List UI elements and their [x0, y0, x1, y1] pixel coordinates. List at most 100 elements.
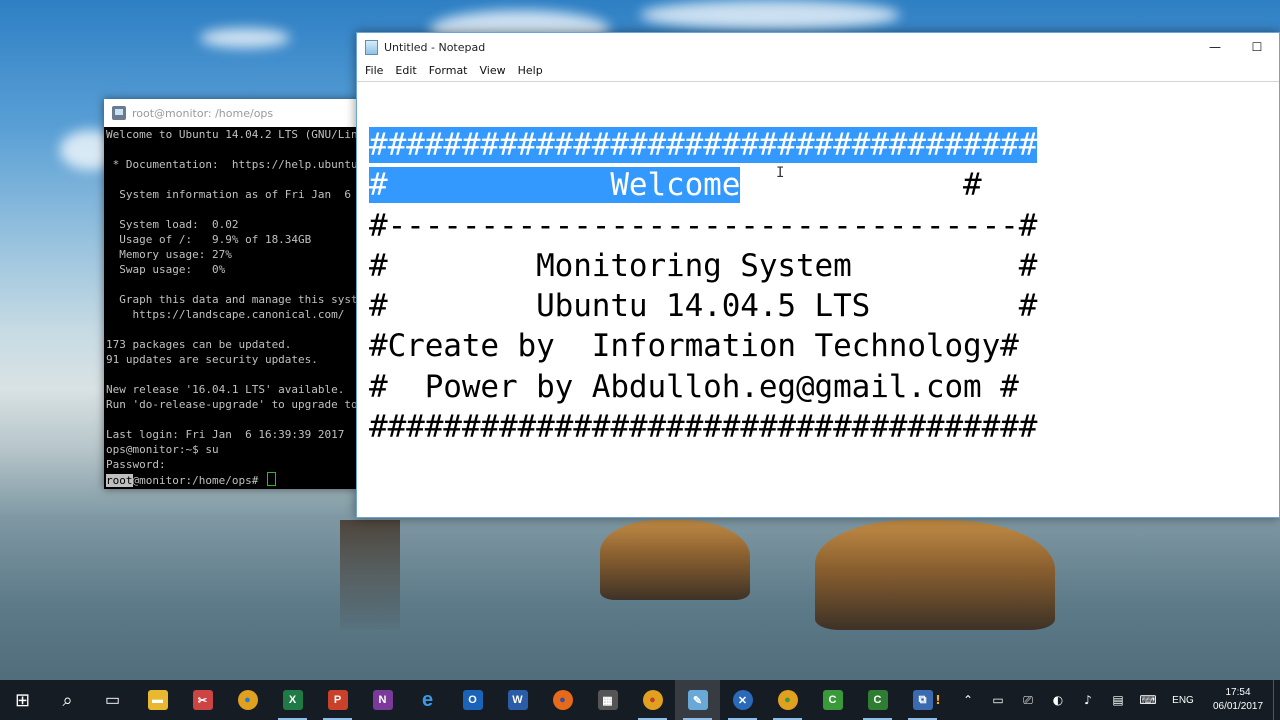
- taskbar-snipping-tool[interactable]: ✂: [180, 680, 225, 720]
- taskbar-calculator[interactable]: ▦: [585, 680, 630, 720]
- terminal-line: https://landscape.canonical.com/: [106, 308, 345, 321]
- maximize-button[interactable]: ☐: [1235, 33, 1279, 61]
- notepad-icon: [365, 39, 378, 55]
- terminal-screen[interactable]: Welcome to Ubuntu 14.04.2 LTS (GNU/Linux…: [104, 127, 358, 489]
- menu-file[interactable]: File: [359, 61, 389, 81]
- taskbar: ⊞ ⌕ ▭ ▬ ✂ ● X P N e O W ● ▦ ● ✎ ✕ ● C C …: [0, 680, 1280, 720]
- menu-view[interactable]: View: [474, 61, 512, 81]
- battery-icon[interactable]: ◐: [1043, 693, 1073, 707]
- terminal-line: Run 'do-release-upgrade' to upgrade to i…: [106, 398, 358, 411]
- volume-icon[interactable]: ♪: [1073, 693, 1103, 707]
- text-line: # Ubuntu 14.04.5 LTS #: [369, 288, 1038, 325]
- language-indicator[interactable]: ENG: [1163, 695, 1203, 706]
- notification-warning-icon[interactable]: !: [923, 693, 953, 707]
- putty-icon: [112, 106, 126, 120]
- recorder-icon: C: [867, 690, 888, 710]
- taskbar-edge[interactable]: e: [405, 680, 450, 720]
- xmind-icon: ✕: [732, 690, 753, 710]
- text-line: # Welcome #: [369, 165, 1037, 205]
- selected-text: ####################################: [369, 127, 1038, 163]
- system-tray: ! ⌃ ▭ ⎚ ◐ ♪ ▤ ⌨ ENG 17:54 06/01/2017: [923, 680, 1280, 720]
- taskbar-powerpoint[interactable]: P: [315, 680, 360, 720]
- show-hidden-icons-chevron-icon[interactable]: ⌃: [953, 693, 983, 707]
- notepad-window[interactable]: Untitled - Notepad — ☐ File Edit Format …: [356, 32, 1280, 518]
- display-icon[interactable]: ▭: [983, 693, 1013, 707]
- keyboard-icon[interactable]: ⌨: [1133, 693, 1163, 707]
- taskbar-camtasia[interactable]: C: [810, 680, 855, 720]
- action-center-icon[interactable]: ▤: [1103, 693, 1133, 707]
- terminal-cursor: [266, 472, 276, 486]
- task-view-button[interactable]: ▭: [90, 680, 135, 720]
- search-button[interactable]: ⌕: [45, 680, 90, 720]
- powerpoint-icon: P: [327, 690, 348, 710]
- text-line: ####################################: [369, 409, 1038, 446]
- menu-bar: File Edit Format View Help: [357, 61, 1279, 81]
- terminal-line: Last login: Fri Jan 6 16:39:39 2017: [106, 428, 345, 441]
- terminal-line: Graph this data and manage this system: [106, 293, 358, 306]
- terminal-line: ops@monitor:~$ su: [106, 443, 219, 456]
- task-view-icon: ▭: [104, 692, 121, 709]
- network-tray-icon[interactable]: ⎚: [1013, 693, 1043, 708]
- taskbar-chrome-app[interactable]: ●: [630, 680, 675, 720]
- terminal-line: * Documentation: https://help.ubuntu.com…: [112, 158, 358, 171]
- clock[interactable]: 17:54 06/01/2017: [1203, 686, 1273, 714]
- terminal-prompt-line[interactable]: root@monitor:/home/ops#: [106, 472, 356, 487]
- taskbar-excel[interactable]: X: [270, 680, 315, 720]
- terminal-titlebar[interactable]: root@monitor: /home/ops: [104, 99, 358, 127]
- terminal-line: Memory usage: 27%: [106, 248, 232, 261]
- menu-format[interactable]: Format: [423, 61, 474, 81]
- text-line: ####################################: [369, 125, 1037, 165]
- taskbar-file-explorer[interactable]: ▬: [135, 680, 180, 720]
- minimize-button[interactable]: —: [1193, 33, 1237, 61]
- chrome-icon: ●: [642, 690, 663, 710]
- selected-text: # Welcome: [369, 167, 741, 204]
- text-line: # Power by Abdulloh.eg@gmail.com #: [369, 368, 1019, 405]
- terminal-line: System load: 0.02: [106, 218, 239, 231]
- taskbar-xmind[interactable]: ✕: [720, 680, 765, 720]
- terminal-line: System information as of Fri Jan 6: [106, 188, 352, 201]
- taskbar-word[interactable]: W: [495, 680, 540, 720]
- taskbar-onenote[interactable]: N: [360, 680, 405, 720]
- scissors-icon: ✂: [192, 690, 213, 710]
- firefox-icon: ●: [552, 690, 573, 710]
- show-desktop-button[interactable]: [1273, 680, 1280, 720]
- search-icon: ⌕: [62, 689, 73, 710]
- excel-icon: X: [282, 690, 303, 710]
- taskbar-chrome[interactable]: ●: [225, 680, 270, 720]
- notepad-title: Untitled - Notepad: [384, 40, 486, 54]
- taskbar-firefox[interactable]: ●: [540, 680, 585, 720]
- taskbar-outlook[interactable]: O: [450, 680, 495, 720]
- prompt-text: @monitor:/home/ops#: [132, 474, 265, 487]
- terminal-title: root@monitor: /home/ops: [132, 106, 274, 120]
- taskbar-camtasia-recorder[interactable]: C: [855, 680, 900, 720]
- taskbar-chrome-2[interactable]: ●: [765, 680, 810, 720]
- clock-time: 17:54: [1225, 687, 1251, 698]
- edge-icon: e: [421, 688, 434, 711]
- menu-help[interactable]: Help: [512, 61, 549, 81]
- text-line: #----------------------------------#: [369, 207, 1038, 244]
- terminal-line: New release '16.04.1 LTS' available.: [106, 383, 345, 396]
- chrome-icon: ●: [777, 690, 798, 710]
- terminal-line: Usage of /: 9.9% of 18.34GB: [106, 233, 312, 246]
- terminal-line: 91 updates are security updates.: [106, 353, 318, 366]
- taskbar-notepad[interactable]: ✎: [675, 680, 720, 720]
- calculator-icon: ▦: [597, 690, 618, 710]
- menu-edit[interactable]: Edit: [389, 61, 422, 81]
- text-editor-area[interactable]: #################################### # W…: [357, 81, 1279, 517]
- notepad-icon: ✎: [687, 690, 708, 710]
- terminal-line: Welcome to Ubuntu 14.04.2 LTS (GNU/Linux: [106, 128, 358, 141]
- putty-terminal-window[interactable]: root@monitor: /home/ops Welcome to Ubunt…: [104, 99, 358, 489]
- word-icon: W: [507, 690, 528, 710]
- chrome-icon: ●: [237, 690, 258, 710]
- windows-icon: ⊞: [14, 689, 31, 710]
- start-button[interactable]: ⊞: [0, 680, 45, 720]
- folder-icon: ▬: [147, 690, 168, 710]
- notepad-titlebar[interactable]: Untitled - Notepad — ☐: [357, 33, 1279, 61]
- terminal-line: Swap usage: 0%: [106, 263, 226, 276]
- clock-date: 06/01/2017: [1212, 701, 1264, 712]
